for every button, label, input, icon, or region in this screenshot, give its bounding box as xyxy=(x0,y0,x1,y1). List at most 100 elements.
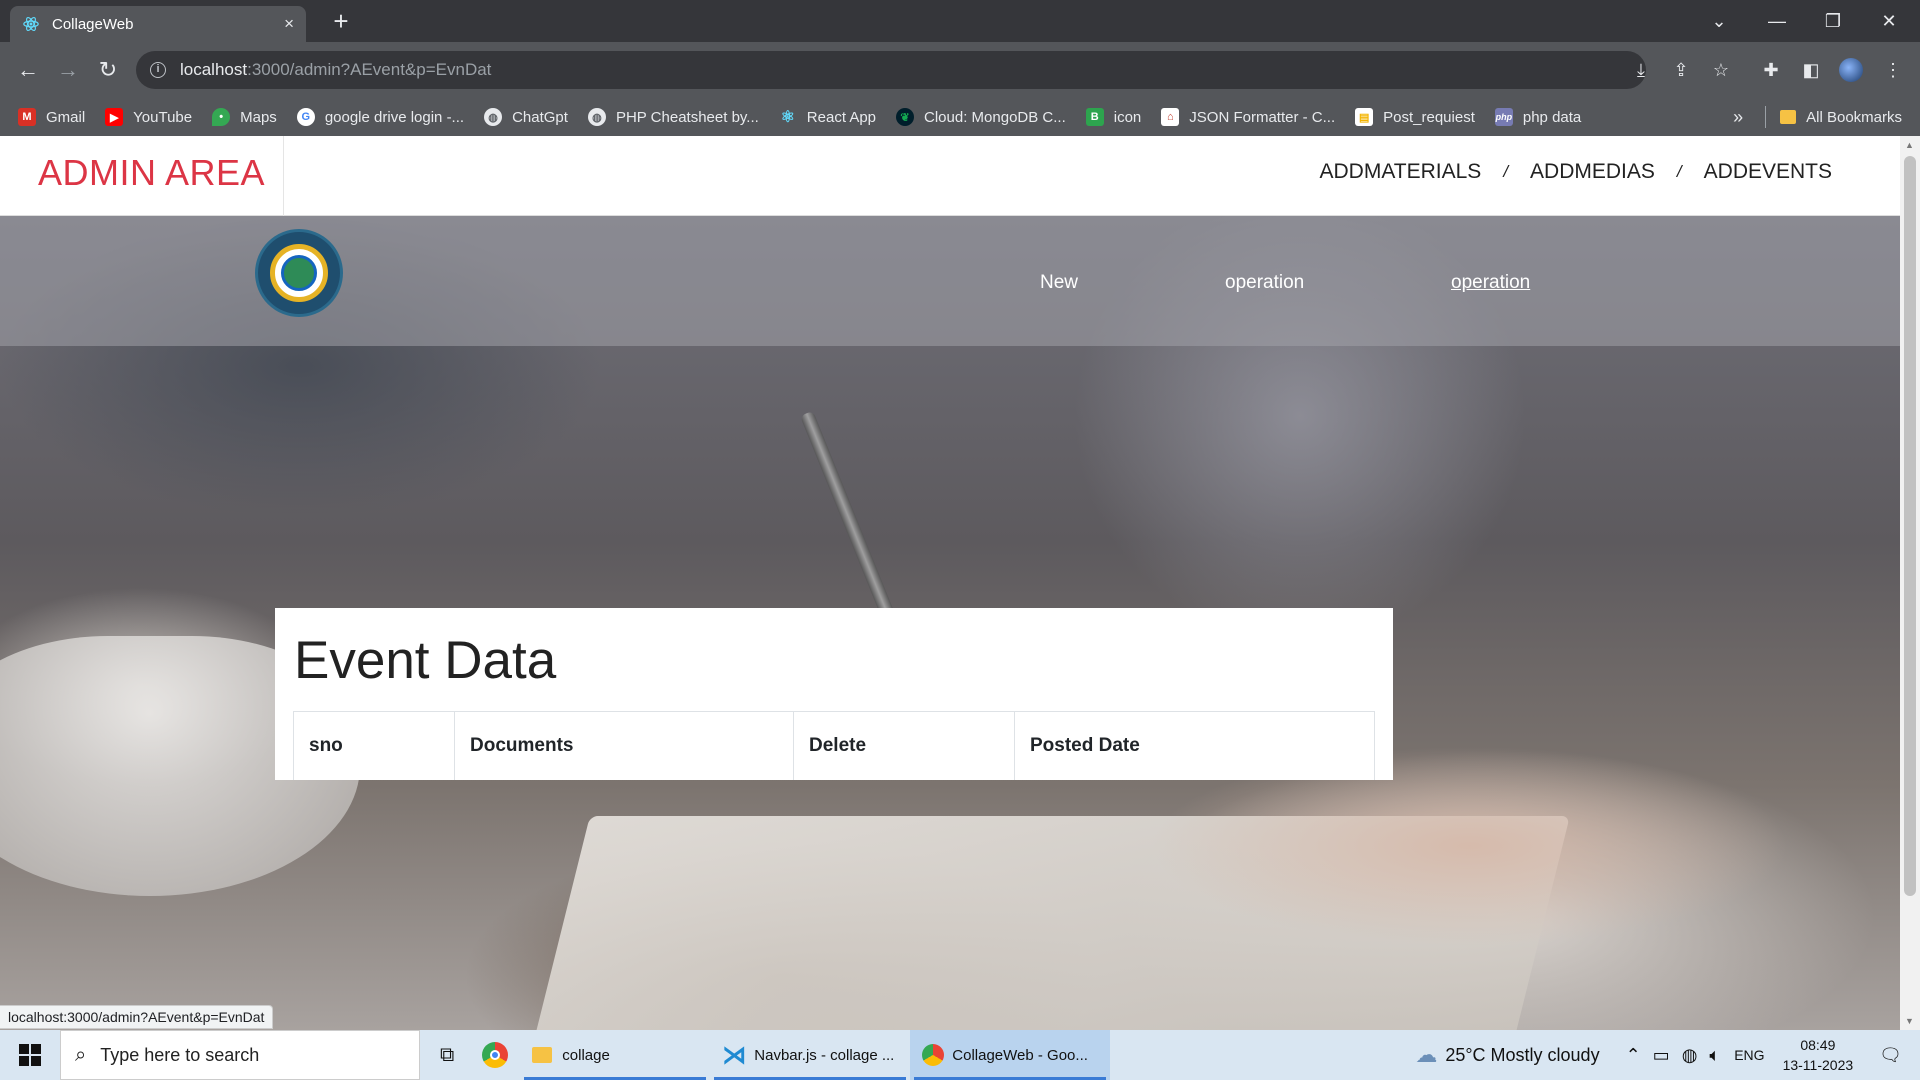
bookmark-post-request[interactable]: ▤ Post_requiest xyxy=(1355,108,1475,126)
browser-tab[interactable]: CollageWeb × xyxy=(10,6,306,42)
url-host: localhost xyxy=(180,60,248,79)
hero-background: New operation operation Event Data sno D… xyxy=(0,216,1900,1030)
nav-separator: / xyxy=(1503,162,1509,181)
bookmark-php-data[interactable]: php php data xyxy=(1494,108,1581,126)
app-icon: B xyxy=(1085,108,1104,126)
admin-header: ADMIN AREA ADDMATERIALS / ADDMEDIAS / AD… xyxy=(0,136,1900,216)
reload-icon[interactable]: ↻ xyxy=(92,54,124,86)
scrollbar-thumb[interactable] xyxy=(1904,156,1916,896)
column-header-posted-date: Posted Date xyxy=(1014,711,1375,780)
vscode-icon: ⋊ xyxy=(722,1041,747,1069)
bookmark-gmail[interactable]: M Gmail xyxy=(18,108,85,126)
menu-dots-icon[interactable]: ⋮ xyxy=(1876,53,1910,87)
nav-separator: / xyxy=(1676,162,1682,181)
back-arrow-icon[interactable]: ← xyxy=(12,54,44,86)
bookmark-chatgpt[interactable]: ◍ ChatGpt xyxy=(484,108,568,126)
admin-brand[interactable]: ADMIN AREA xyxy=(38,152,265,194)
search-icon: ⌕ xyxy=(75,1043,87,1066)
chrome-icon xyxy=(922,1044,945,1066)
youtube-icon: ▶ xyxy=(105,108,124,126)
column-header-sno: sno xyxy=(293,711,455,780)
json-icon: ⌂ xyxy=(1161,108,1180,126)
react-favicon-icon xyxy=(23,17,39,31)
search-placeholder: Type here to search xyxy=(100,1044,260,1065)
tab-close-icon[interactable]: × xyxy=(284,14,294,34)
bookmark-icon[interactable]: Bicon xyxy=(1085,108,1141,126)
side-panel-icon[interactable]: ◧ xyxy=(1794,53,1828,87)
tab-search-icon[interactable]: ⌄ xyxy=(1692,0,1746,42)
windows-start-icon[interactable] xyxy=(0,1030,60,1080)
task-view-icon[interactable]: ⧉ xyxy=(420,1030,470,1080)
college-logo[interactable] xyxy=(255,229,343,317)
bookmark-star-icon[interactable]: ☆ xyxy=(1704,53,1738,87)
bookmark-google-drive[interactable]: Ggoogle drive login -... xyxy=(296,108,464,126)
globe-icon: ◍ xyxy=(484,108,503,126)
nav-addmedias[interactable]: ADDMEDIAS xyxy=(1530,160,1655,184)
close-window-button[interactable]: ✕ xyxy=(1862,0,1916,42)
address-bar[interactable]: i localhost:3000/admin?AEvent&p=EvnDat xyxy=(136,51,1646,89)
link-status-bar: localhost:3000/admin?AEvent&p=EvnDat xyxy=(0,1005,274,1029)
divider xyxy=(1765,106,1767,128)
more-bookmarks-icon[interactable]: » xyxy=(1733,107,1743,128)
subnav-operation[interactable]: operation xyxy=(1225,272,1304,294)
nav-addevents[interactable]: ADDEVENTS xyxy=(1704,160,1832,184)
bookmark-json-formatter[interactable]: ⌂ JSON Formatter - C... xyxy=(1161,108,1335,126)
column-header-documents: Documents xyxy=(454,711,794,780)
page-icon: ▤ xyxy=(1355,108,1374,126)
taskbar-item-collage[interactable]: collage xyxy=(520,1030,710,1080)
extensions-icon[interactable]: ✚ xyxy=(1754,53,1788,87)
weather-text[interactable]: 25°C Mostly cloudy xyxy=(1445,1045,1599,1066)
page-viewport: ADMIN AREA ADDMATERIALS / ADDMEDIAS / AD… xyxy=(0,136,1900,1030)
card-title: Event Data xyxy=(294,631,557,690)
gmail-icon: M xyxy=(18,108,36,126)
show-hidden-icons-icon[interactable]: ⌃ xyxy=(1626,1045,1641,1066)
scroll-up-arrow-icon[interactable]: ▲ xyxy=(1905,140,1914,150)
new-tab-button[interactable]: + xyxy=(326,6,356,36)
tab-title: CollageWeb xyxy=(52,15,134,33)
event-table: sno Documents Delete Posted Date xyxy=(293,711,1375,780)
bookmark-php-cheatsheet[interactable]: ◍ PHP Cheatsheet by... xyxy=(587,108,759,126)
taskbar-item-vscode[interactable]: ⋊ Navbar.js - collage ... xyxy=(710,1030,910,1080)
admin-nav: ADDMATERIALS / ADDMEDIAS / ADDEVENTS xyxy=(1320,160,1833,184)
tab-strip: CollageWeb × + ⌄ — ❐ ✕ xyxy=(0,0,1920,42)
restore-button[interactable]: ❐ xyxy=(1806,0,1860,42)
volume-icon[interactable]: 🔈︎ xyxy=(1709,1045,1720,1066)
chrome-taskbar-icon[interactable] xyxy=(470,1030,520,1080)
folder-icon xyxy=(1780,110,1797,124)
scroll-down-arrow-icon[interactable]: ▼ xyxy=(1905,1016,1914,1026)
divider xyxy=(283,136,284,216)
minimize-button[interactable]: — xyxy=(1750,0,1804,42)
maps-icon: • xyxy=(212,108,231,126)
system-tray: ☁ 25°C Mostly cloudy ⌃ ▭ ◍ 🔈︎ ENG 08:49 … xyxy=(1415,1030,1920,1080)
subnav-new[interactable]: New xyxy=(1040,272,1078,294)
php-icon: php xyxy=(1494,108,1513,126)
notifications-icon[interactable]: 🗨︎ xyxy=(1879,1045,1902,1066)
language-indicator[interactable]: ENG xyxy=(1734,1047,1764,1063)
install-app-icon[interactable]: ⤓ xyxy=(1624,53,1658,87)
globe-icon: ◍ xyxy=(587,108,606,126)
bookmarks-overflow: » All Bookmarks xyxy=(1733,98,1902,136)
folder-icon xyxy=(532,1047,553,1063)
nav-addmaterials[interactable]: ADDMATERIALS xyxy=(1320,160,1482,184)
taskbar-clock[interactable]: 08:49 13-11-2023 xyxy=(1783,1035,1854,1075)
bookmark-react-app[interactable]: ⚛ React App xyxy=(779,108,876,127)
taskbar-item-chrome-window[interactable]: CollageWeb - Goo... xyxy=(910,1030,1111,1080)
taskbar-search-input[interactable]: ⌕ Type here to search xyxy=(60,1030,420,1080)
table-header-row: sno Documents Delete Posted Date xyxy=(293,711,1375,780)
windows-taskbar: ⌕ Type here to search ⧉ collage ⋊ Navbar… xyxy=(0,1030,1920,1080)
bookmark-mongodb[interactable]: ❦ Cloud: MongoDB C... xyxy=(896,108,1066,126)
forward-arrow-icon[interactable]: → xyxy=(52,54,84,86)
url-path: :3000/admin?AEvent&p=EvnDat xyxy=(247,60,492,79)
site-info-icon[interactable]: i xyxy=(150,62,166,78)
bookmark-maps[interactable]: • Maps xyxy=(212,108,277,126)
subnav-operation-active[interactable]: operation xyxy=(1451,272,1530,294)
all-bookmarks-link[interactable]: All Bookmarks xyxy=(1806,109,1902,126)
profile-avatar[interactable] xyxy=(1834,53,1868,87)
page-scrollbar[interactable]: ▲ ▼ xyxy=(1900,136,1920,1030)
share-icon[interactable]: ⇪ xyxy=(1664,53,1698,87)
column-header-delete: Delete xyxy=(793,711,1015,780)
browser-toolbar: ← → ↻ i localhost:3000/admin?AEvent&p=Ev… xyxy=(0,42,1920,98)
bookmark-youtube[interactable]: ▶ YouTube xyxy=(105,108,192,126)
battery-icon[interactable]: ▭ xyxy=(1653,1045,1670,1066)
network-icon[interactable]: ◍ xyxy=(1682,1045,1698,1066)
